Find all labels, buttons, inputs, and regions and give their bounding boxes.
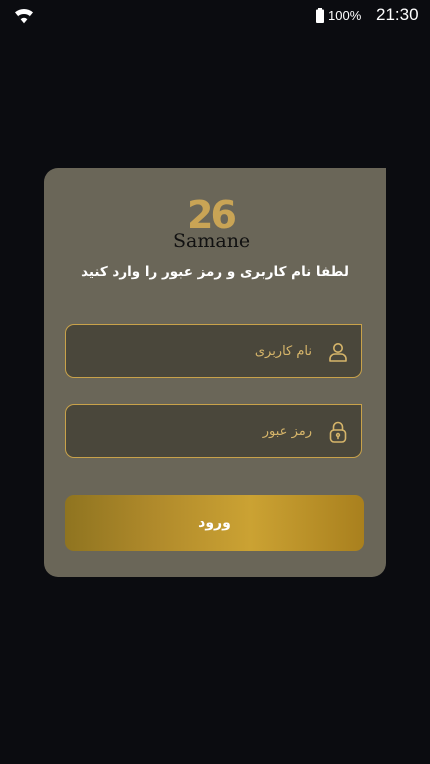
status-bar: 100% 21:30 — [0, 0, 430, 32]
wifi-icon — [15, 8, 33, 24]
login-prompt: لطفا نام کاربری و رمز عبور را وارد کنید — [81, 264, 349, 280]
battery-icon — [316, 8, 324, 23]
logo: 26 Samane — [173, 193, 259, 255]
password-input[interactable] — [76, 405, 312, 457]
clock: 21:30 — [376, 5, 419, 24]
logo-word: Samane — [173, 230, 251, 252]
user-icon — [329, 343, 347, 362]
password-field[interactable] — [65, 404, 362, 458]
username-field[interactable] — [65, 324, 362, 378]
username-input[interactable] — [76, 325, 312, 377]
battery-percentage: 100% — [328, 8, 362, 23]
login-button[interactable]: ورود — [65, 495, 364, 551]
lock-icon — [329, 421, 347, 443]
login-card: 26 Samane لطفا نام کاربری و رمز عبور را … — [44, 168, 386, 577]
